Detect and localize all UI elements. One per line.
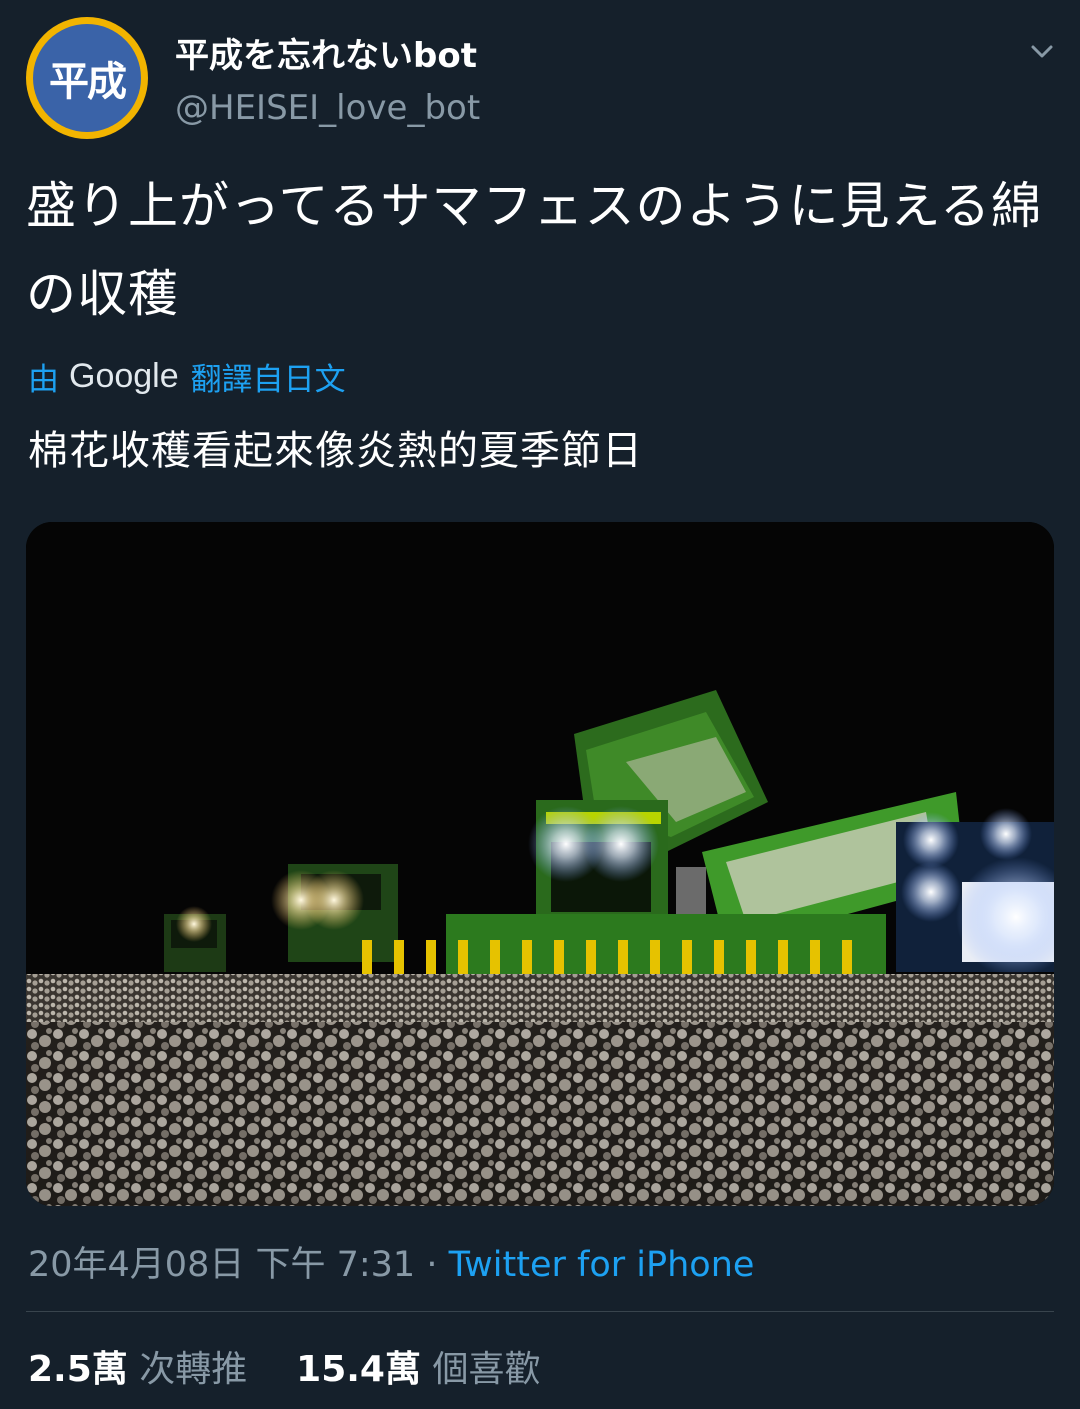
timestamp[interactable]: 20年4月08日 下午 7:31 bbox=[28, 1245, 415, 1285]
likes-label[interactable]: 個喜歡 bbox=[432, 1349, 540, 1390]
retweets-label[interactable]: 次轉推 bbox=[139, 1349, 247, 1390]
translation-suffix[interactable]: 翻譯自日文 bbox=[191, 354, 346, 399]
tweet-stats: 2.5萬 次轉推 15.4萬 個喜歡 bbox=[28, 1340, 540, 1392]
harvester-far-left bbox=[164, 906, 226, 972]
likes-count[interactable]: 15.4萬 bbox=[296, 1349, 421, 1390]
translation-prefix: 由 bbox=[28, 362, 59, 398]
truck-right bbox=[896, 808, 1054, 977]
tweet-photo[interactable] bbox=[26, 522, 1054, 1206]
translated-text: 棉花收穫看起來像炎熱的夏季節日 bbox=[28, 428, 643, 474]
display-name[interactable]: 平成を忘れないbot bbox=[175, 28, 477, 77]
cotton-field bbox=[26, 974, 1054, 1206]
user-handle[interactable]: @HEISEI_love_bot bbox=[175, 88, 480, 128]
harvester-left bbox=[271, 864, 398, 962]
retweets-count[interactable]: 2.5萬 bbox=[28, 1349, 128, 1390]
meta-separator: · bbox=[415, 1245, 449, 1285]
avatar-text: 平成 bbox=[33, 24, 141, 132]
tweet-text: 盛り上がってるサマフェスのように見える綿の収穫 bbox=[26, 177, 1042, 323]
divider bbox=[26, 1311, 1054, 1312]
avatar[interactable]: 平成 bbox=[26, 17, 148, 139]
chevron-down-icon[interactable] bbox=[1030, 40, 1054, 64]
translation-attribution: 由 Google 翻譯自日文 bbox=[28, 354, 346, 399]
cotton-harvest-photo bbox=[26, 522, 1054, 1206]
google-logo: Google bbox=[69, 357, 179, 395]
tweet-meta: 20年4月08日 下午 7:31 · Twitter for iPhone bbox=[28, 1236, 754, 1287]
tweet-source[interactable]: Twitter for iPhone bbox=[449, 1245, 755, 1285]
